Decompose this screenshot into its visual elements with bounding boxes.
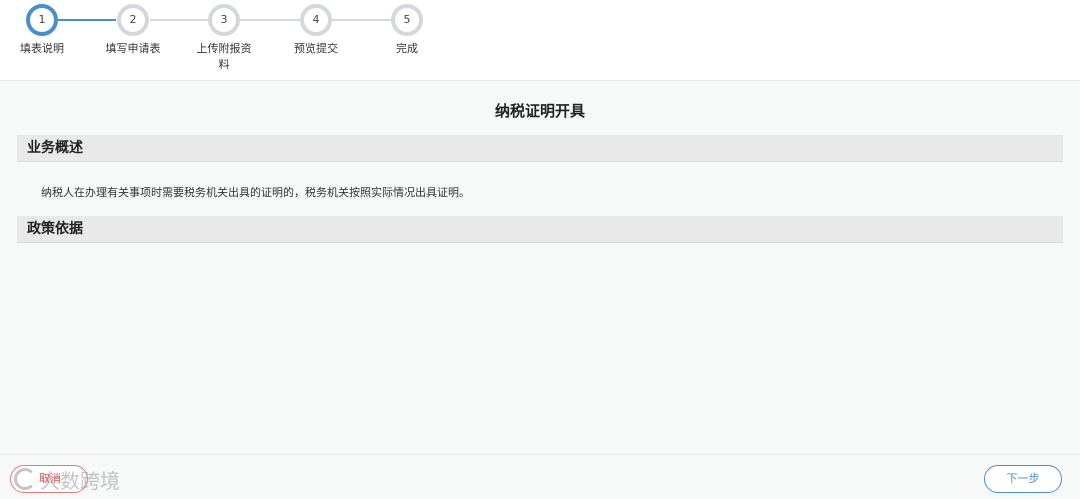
step-label: 填写申请表	[105, 42, 161, 55]
step-label: 完成	[396, 42, 418, 55]
step-1: 1 填表说明	[2, 4, 82, 57]
step-number: 1	[26, 4, 58, 36]
section-heading-overview: 业务概述	[17, 135, 1063, 162]
watermark-text: 大数跨境	[40, 468, 120, 493]
step-label: 填表说明	[20, 42, 64, 55]
step-2: 2 填写申请表	[93, 4, 173, 57]
step-number: 2	[117, 4, 149, 36]
page-title: 纳税证明开具	[494, 102, 585, 120]
step-number: 5	[391, 4, 423, 36]
section-heading-policy: 政策依据	[17, 216, 1063, 243]
step-label: 上传附报资料	[196, 42, 252, 71]
next-step-button[interactable]: 下一步	[984, 465, 1062, 493]
step-3: 3 上传附报资料	[184, 4, 264, 73]
progress-stepper: 1 填表说明 2 填写申请表 3 上传附报资料 4 预览提交 5 完成	[0, 0, 1080, 81]
watermark: 大数跨境	[14, 466, 120, 493]
main-content: 纳税证明开具 业务概述 纳税人在办理有关事项时需要税务机关出具的证明的，税务机关…	[0, 81, 1080, 454]
step-4: 4 预览提交	[276, 4, 356, 57]
section-text-overview: 纳税人在办理有关事项时需要税务机关出具的证明的，税务机关按照实际情况出具证明。	[41, 186, 470, 199]
step-label: 预览提交	[294, 42, 338, 55]
footer-bar: 取消 下一步	[0, 454, 1080, 499]
step-number: 3	[208, 4, 240, 36]
watermark-logo-icon	[14, 468, 36, 490]
step-number: 4	[300, 4, 332, 36]
step-5: 5 完成	[367, 4, 447, 57]
